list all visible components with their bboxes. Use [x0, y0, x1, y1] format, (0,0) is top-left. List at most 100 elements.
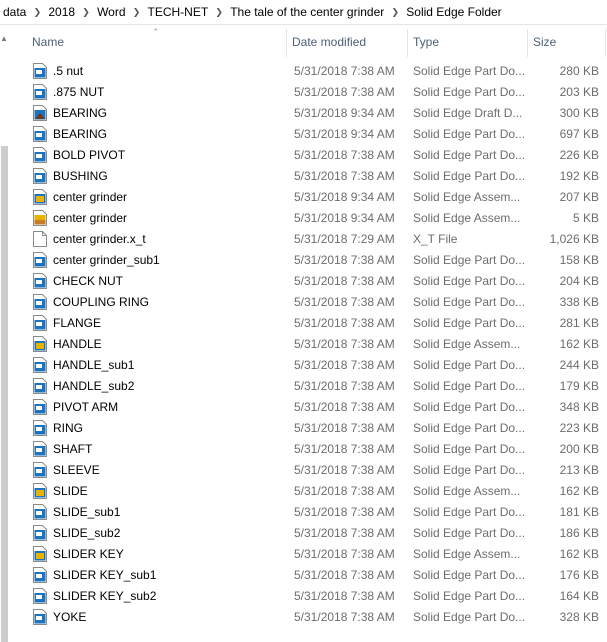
part-icon	[33, 252, 47, 268]
file-row[interactable]: BEARING 5/31/2018 9:34 AM Solid Edge Draft…	[9, 103, 607, 124]
file-size: 200 KB	[559, 442, 599, 456]
file-size: 162 KB	[559, 484, 599, 498]
column-header-date-modified[interactable]: Date modified	[292, 25, 366, 59]
file-row[interactable]: .5 nut 5/31/2018 7:38 AM Solid Edge Part D…	[9, 61, 607, 82]
file-row[interactable]: SLIDER KEY_sub2 5/31/2018 7:38 AM Solid Ed…	[9, 586, 607, 607]
breadcrumb-item-tale[interactable]: The tale of the center grinder	[226, 5, 388, 19]
file-date-modified: 5/31/2018 9:34 AM	[294, 106, 395, 120]
column-divider[interactable]	[527, 29, 528, 57]
file-type: Solid Edge Part Do...	[413, 421, 526, 435]
part-icon	[33, 357, 47, 373]
file-name: SLIDER KEY_sub2	[53, 589, 157, 603]
file-type: Solid Edge Part Do...	[413, 253, 526, 267]
part-icon	[33, 294, 47, 310]
file-row[interactable]: FLANGE 5/31/2018 7:38 AM Solid Edge Part D…	[9, 313, 607, 334]
file-row[interactable]: SLEEVE 5/31/2018 7:38 AM Solid Edge Part D…	[9, 460, 607, 481]
file-row[interactable]: SLIDE_sub2 5/31/2018 7:38 AM Solid Edge Pa…	[9, 523, 607, 544]
file-row[interactable]: HANDLE 5/31/2018 7:38 AM Solid Edge Assem.…	[9, 334, 607, 355]
file-date-modified: 5/31/2018 7:38 AM	[294, 505, 395, 519]
file-name: BOLD PIVOT	[53, 148, 126, 162]
chevron-right-icon[interactable]: ❯	[212, 7, 226, 18]
file-name: center grinder_sub1	[53, 253, 160, 267]
file-size: 338 KB	[559, 295, 599, 309]
chevron-right-icon[interactable]: ❯	[388, 7, 402, 18]
file-row[interactable]: .875 NUT 5/31/2018 7:38 AM Solid Edge Part…	[9, 82, 607, 103]
file-date-modified: 5/31/2018 7:38 AM	[294, 526, 395, 540]
breadcrumb-item-word[interactable]: Word	[93, 5, 129, 19]
file-row[interactable]: COUPLING RING 5/31/2018 7:38 AM Solid Edge…	[9, 292, 607, 313]
file-row[interactable]: CHECK NUT 5/31/2018 7:38 AM Solid Edge Par…	[9, 271, 607, 292]
file-row[interactable]: center grinder 5/31/2018 9:34 AM Solid Edg…	[9, 187, 607, 208]
chevron-right-icon[interactable]: ❯	[79, 7, 93, 18]
scroll-up-arrow-icon[interactable]: ▲	[0, 34, 8, 43]
file-row[interactable]: SLIDE_sub1 5/31/2018 7:38 AM Solid Edge Pa…	[9, 502, 607, 523]
file-date-modified: 5/31/2018 7:38 AM	[294, 484, 395, 498]
assembly-icon	[33, 546, 47, 562]
file-row[interactable]: BEARING 5/31/2018 9:34 AM Solid Edge Part …	[9, 124, 607, 145]
column-divider[interactable]	[605, 29, 606, 57]
sort-ascending-icon: ⌃	[152, 27, 160, 37]
part-icon	[33, 168, 47, 184]
file-row[interactable]: center grinder.x_t 5/31/2018 7:29 AM X_T F…	[9, 229, 607, 250]
part-icon	[33, 147, 47, 163]
file-date-modified: 5/31/2018 7:38 AM	[294, 589, 395, 603]
file-type: Solid Edge Part Do...	[413, 358, 526, 372]
file-row[interactable]: SHAFT 5/31/2018 7:38 AM Solid Edge Part Do…	[9, 439, 607, 460]
file-date-modified: 5/31/2018 7:38 AM	[294, 274, 395, 288]
column-header-type[interactable]: Type	[413, 25, 439, 59]
file-row[interactable]: SLIDER KEY_sub1 5/31/2018 7:38 AM Solid Ed…	[9, 565, 607, 586]
breadcrumb-item-2018[interactable]: 2018	[44, 5, 79, 19]
file-date-modified: 5/31/2018 7:38 AM	[294, 85, 395, 99]
assembly-icon	[33, 189, 47, 205]
part-icon	[33, 588, 47, 604]
file-row[interactable]: SLIDER KEY 5/31/2018 7:38 AM Solid Edge As…	[9, 544, 607, 565]
column-divider[interactable]	[407, 29, 408, 57]
file-type: Solid Edge Assem...	[413, 190, 521, 204]
part-icon	[33, 462, 47, 478]
file-name: center grinder.x_t	[53, 232, 146, 246]
file-size: 281 KB	[559, 316, 599, 330]
file-type: Solid Edge Part Do...	[413, 64, 526, 78]
file-date-modified: 5/31/2018 7:38 AM	[294, 421, 395, 435]
column-header-size[interactable]: Size	[533, 25, 556, 59]
file-name: SHAFT	[53, 442, 93, 456]
file-row[interactable]: BUSHING 5/31/2018 7:38 AM Solid Edge Part …	[9, 166, 607, 187]
file-row[interactable]: HANDLE_sub2 5/31/2018 7:38 AM Solid Edge P…	[9, 376, 607, 397]
file-name: SLIDE	[53, 484, 88, 498]
file-size: 300 KB	[559, 106, 599, 120]
part-icon	[33, 420, 47, 436]
column-header-name[interactable]: Name	[32, 25, 64, 59]
file-date-modified: 5/31/2018 7:29 AM	[294, 232, 395, 246]
file-row[interactable]: HANDLE_sub1 5/31/2018 7:38 AM Solid Edge P…	[9, 355, 607, 376]
breadcrumb-item-data[interactable]: data	[0, 5, 30, 19]
file-row[interactable]: center grinder_sub1 5/31/2018 7:38 AM Soli…	[9, 250, 607, 271]
column-divider[interactable]	[286, 29, 287, 57]
file-type: Solid Edge Part Do...	[413, 127, 526, 141]
chevron-right-icon[interactable]: ❯	[130, 7, 144, 18]
file-type: Solid Edge Part Do...	[413, 505, 526, 519]
file-list: .5 nut 5/31/2018 7:38 AM Solid Edge Part D…	[9, 61, 607, 628]
file-name: YOKE	[53, 610, 87, 624]
file-name: BEARING	[53, 127, 108, 141]
part-icon	[33, 399, 47, 415]
breadcrumb-item-solid-edge-folder[interactable]: Solid Edge Folder	[402, 5, 505, 19]
nav-pane-scrollbar[interactable]: ▲	[0, 25, 9, 642]
file-row[interactable]: RING 5/31/2018 7:38 AM Solid Edge Part Do.…	[9, 418, 607, 439]
file-row[interactable]: SLIDE 5/31/2018 7:38 AM Solid Edge Assem..…	[9, 481, 607, 502]
file-name: center grinder	[53, 190, 128, 204]
file-name: BEARING	[53, 106, 108, 120]
chevron-right-icon[interactable]: ❯	[30, 7, 44, 18]
assembly-config-icon	[33, 210, 47, 226]
file-type: Solid Edge Assem...	[413, 337, 521, 351]
file-row[interactable]: BOLD PIVOT 5/31/2018 7:38 AM Solid Edge Pa…	[9, 145, 607, 166]
file-row[interactable]: center grinder 5/31/2018 9:34 AM Solid Edg…	[9, 208, 607, 229]
file-date-modified: 5/31/2018 7:38 AM	[294, 337, 395, 351]
file-date-modified: 5/31/2018 7:38 AM	[294, 358, 395, 372]
file-size: 207 KB	[559, 190, 599, 204]
part-icon	[33, 441, 47, 457]
file-row[interactable]: PIVOT ARM 5/31/2018 7:38 AM Solid Edge Par…	[9, 397, 607, 418]
column-header-row: ⌃ Name Date modified Type Size	[9, 25, 607, 59]
scrollbar-thumb[interactable]	[1, 146, 8, 642]
file-row[interactable]: YOKE 5/31/2018 7:38 AM Solid Edge Part Do.…	[9, 607, 607, 628]
breadcrumb-item-tech-net[interactable]: TECH-NET	[144, 5, 213, 19]
